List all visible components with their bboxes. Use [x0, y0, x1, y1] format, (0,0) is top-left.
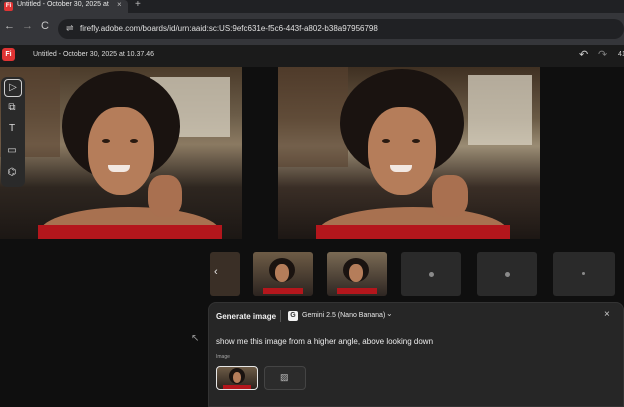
- filmstrip-thumb[interactable]: [327, 252, 387, 296]
- eye: [102, 139, 110, 143]
- reference-image-thumb[interactable]: [216, 366, 258, 390]
- cafe-window: [468, 75, 532, 145]
- red-dress: [223, 385, 251, 389]
- face: [275, 264, 289, 282]
- mouse-cursor-icon: ↖: [191, 333, 200, 344]
- red-dress: [263, 288, 303, 294]
- close-icon[interactable]: ×: [604, 309, 610, 320]
- loading-dot-icon: [505, 272, 510, 277]
- face: [349, 264, 363, 282]
- tab-close-icon[interactable]: ×: [117, 0, 122, 9]
- url-text[interactable]: firefly.adobe.com/boards/id/urn:aaid:sc:…: [80, 24, 378, 33]
- chevron-left-icon[interactable]: ‹: [214, 266, 218, 278]
- google-model-icon[interactable]: G: [288, 311, 298, 321]
- hand: [432, 175, 468, 217]
- image-upload-icon[interactable]: ▨: [280, 372, 289, 383]
- face: [368, 107, 436, 195]
- shapes-tool-icon[interactable]: ⌬: [4, 165, 20, 181]
- red-dress: [337, 288, 377, 294]
- filmstrip-empty-slot[interactable]: [553, 252, 615, 296]
- forward-icon[interactable]: →: [22, 20, 33, 32]
- rectangle-tool-icon[interactable]: ▭: [4, 143, 20, 159]
- hand: [148, 175, 182, 217]
- image-section-label: Image: [216, 354, 230, 360]
- divider: [280, 310, 281, 322]
- panel-title: Generate image: [216, 312, 277, 321]
- redo-icon[interactable]: ↷: [598, 48, 607, 61]
- smile: [108, 165, 130, 172]
- eye: [130, 139, 138, 143]
- canvas-image-generated[interactable]: [278, 67, 540, 239]
- back-icon[interactable]: ←: [4, 20, 15, 32]
- zoom-level[interactable]: 41: [618, 51, 624, 58]
- text-tool-icon[interactable]: T: [4, 121, 20, 137]
- eye: [412, 139, 420, 143]
- tab-title[interactable]: Untitled - October 30, 2025 at: [17, 1, 109, 8]
- eye: [382, 139, 390, 143]
- face: [233, 372, 241, 383]
- red-dress: [38, 225, 222, 239]
- frame-tool-icon[interactable]: ⧉: [4, 100, 20, 116]
- prompt-input[interactable]: show me this image from a higher angle, …: [216, 337, 433, 346]
- filmstrip-empty-slot[interactable]: [401, 252, 461, 296]
- cafe-bar-shelves: [278, 67, 348, 167]
- loading-dot-icon: [429, 272, 434, 277]
- new-tab-button[interactable]: +: [135, 0, 141, 10]
- smile: [390, 165, 412, 172]
- reload-icon[interactable]: C: [41, 20, 49, 32]
- face: [88, 107, 154, 195]
- chevron-down-icon[interactable]: ⌄: [386, 309, 393, 318]
- site-info-icon[interactable]: ⇌: [66, 23, 74, 34]
- loading-dot-icon: [582, 272, 585, 275]
- filmstrip-empty-slot[interactable]: [477, 252, 537, 296]
- filmstrip-thumb[interactable]: [253, 252, 313, 296]
- model-selector[interactable]: Gemini 2.5 (Nano Banana): [302, 312, 385, 319]
- select-tool-icon[interactable]: ▷: [4, 79, 22, 97]
- document-title[interactable]: Untitled - October 30, 2025 at 10.37.46: [33, 51, 154, 58]
- firefly-logo-icon[interactable]: Fi: [2, 48, 15, 61]
- red-dress: [316, 225, 510, 239]
- firefly-favicon-icon: Fi: [4, 2, 13, 11]
- canvas-image-original[interactable]: [0, 67, 242, 239]
- undo-icon[interactable]: ↶: [579, 48, 588, 61]
